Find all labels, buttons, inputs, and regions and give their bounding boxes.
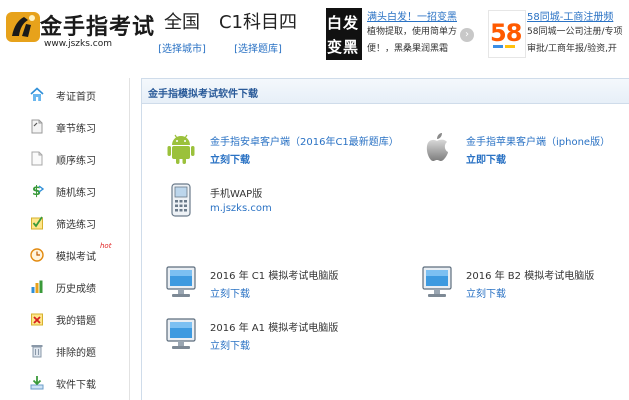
sidebar-item-label: 我的错题 [56, 316, 96, 327]
sidebar-item-my-wrong-questions[interactable]: 我的错题 [0, 304, 130, 334]
logo-url: www.jszks.com [44, 39, 113, 49]
ad-thumbnail-hair: 白发 变黑 [326, 8, 362, 60]
ad-next-arrow-icon[interactable]: › [460, 28, 474, 42]
download-c1-desktop: 2016 年 C1 模拟考试电脑版 立刻下载 [166, 265, 386, 305]
sidebar-item-label: 软件下载 [56, 380, 96, 391]
ad-banner-hair[interactable]: 白发 变黑 满头白发！一招变黑 植物提取，使用简单方便！，黑桑果润黑霜 › [326, 4, 476, 62]
current-city: 全国 [164, 12, 200, 33]
select-city-link[interactable]: [选择城市] [142, 40, 222, 55]
city-selector: 全国 [选择城市] [142, 12, 222, 55]
sidebar-item-label: 考证首页 [56, 92, 96, 103]
sidebar-item-chapter-practice[interactable]: 章节练习 [0, 112, 130, 142]
apple-icon [426, 133, 448, 161]
current-subject: C1科目四 [218, 12, 298, 33]
download-now-link[interactable]: 立刻下载 [210, 337, 250, 352]
ad-thumb-text-bottom: 变黑 [327, 36, 360, 57]
sequence-doc-icon [31, 151, 43, 166]
download-wap: 手机WAP版 m.jszks.com [166, 183, 366, 223]
subject-selector: C1科目四 [选择题库] [218, 12, 298, 55]
sidebar-item-label: 章节练习 [56, 124, 96, 135]
ad-description: 58同城一公司注册/专项审批/工商年报/验资,开 [527, 27, 623, 54]
desktop-monitor-icon [422, 266, 452, 297]
sidebar-item-label: 筛选练习 [56, 220, 96, 231]
ad-58-logo-accent-2 [505, 45, 515, 48]
wrong-x-icon [31, 313, 43, 326]
download-name[interactable]: 金手指安卓客户端（2016年C1最新题库） [210, 133, 399, 148]
android-icon [167, 134, 195, 164]
download-name[interactable]: 金手指苹果客户端（iphone版） [466, 133, 610, 148]
golden-finger-logo-icon [6, 12, 40, 42]
ad-title[interactable]: 58同城-工商注册频 [527, 8, 613, 23]
download-name: 2016 年 C1 模拟考试电脑版 [210, 271, 339, 282]
sidebar-item-mock-exam[interactable]: 模拟考试 hot [0, 240, 130, 270]
hot-badge: hot [100, 242, 112, 250]
ad-58-logo-text: 58 [490, 19, 522, 47]
download-panel: 金手指模拟考试软件下载 金手指安卓客户端（2016年C1最新题库） 立刻下载 金… [141, 78, 629, 400]
bar-chart-icon [31, 280, 43, 293]
download-now-link[interactable]: 立即下载 [466, 151, 506, 166]
chapter-doc-icon [31, 119, 43, 134]
sidebar-item-label: 排除的题 [56, 348, 96, 359]
sidebar-item-filter-practice[interactable]: 筛选练习 [0, 208, 130, 238]
ad-58-logo-accent [493, 45, 503, 48]
page-title: 金手指模拟考试软件下载 [148, 89, 258, 100]
download-iphone: 金手指苹果客户端（iphone版） 立即下载 [422, 131, 622, 171]
download-now-link[interactable]: 立刻下载 [210, 285, 250, 300]
download-arrow-icon [30, 376, 44, 390]
sidebar-item-home[interactable]: 考证首页 [0, 80, 130, 110]
download-name: 2016 年 A1 模拟考试电脑版 [210, 323, 339, 334]
download-name: 手机WAP版 [210, 189, 263, 200]
clock-icon [30, 248, 44, 262]
sidebar-item-random-practice[interactable]: $ 随机练习 [0, 176, 130, 206]
sidebar-item-software-download[interactable]: 软件下载 [0, 368, 130, 398]
sidebar-item-label: 顺序练习 [56, 156, 96, 167]
wap-url-link[interactable]: m.jszks.com [210, 203, 272, 214]
download-b2-desktop: 2016 年 B2 模拟考试电脑版 立刻下载 [422, 265, 622, 305]
download-now-link[interactable]: 立刻下载 [466, 285, 506, 300]
site-logo[interactable]: 金手指考试 www.jszks.com [4, 6, 154, 52]
download-now-link[interactable]: 立刻下载 [210, 151, 250, 166]
home-icon [30, 87, 44, 101]
download-android: 金手指安卓客户端（2016年C1最新题库） 立刻下载 [166, 131, 426, 171]
ad-thumb-text-top: 白发 [327, 14, 360, 32]
sidebar-item-excluded-questions[interactable]: 排除的题 [0, 336, 130, 366]
logo-text: 金手指考试 [40, 15, 156, 40]
trash-icon [31, 345, 43, 358]
random-dollar-icon: $ [32, 184, 44, 198]
download-a1-desktop: 2016 年 A1 模拟考试电脑版 立刻下载 [166, 317, 386, 357]
mobile-phone-icon [171, 183, 191, 217]
download-name: 2016 年 B2 模拟考试电脑版 [466, 271, 595, 282]
panel-header: 金手指模拟考试软件下载 [142, 79, 629, 104]
sidebar-nav: 考证首页 章节练习 顺序练习 $ 随机练习 筛选练习 模拟考试 hot 历史成绩… [0, 78, 130, 400]
site-header: 金手指考试 www.jszks.com 全国 [选择城市] C1科目四 [选择题… [0, 0, 629, 66]
ad-banner-58[interactable]: 58 58同城-工商注册频 58同城一公司注册/专项审批/工商年报/验资,开 [486, 4, 629, 62]
desktop-monitor-icon [166, 266, 196, 297]
sidebar-item-sequence-practice[interactable]: 顺序练习 [0, 144, 130, 174]
sidebar-item-history-scores[interactable]: 历史成绩 [0, 272, 130, 302]
sidebar-item-label: 随机练习 [56, 188, 96, 199]
desktop-monitor-icon [166, 318, 196, 349]
ad-description: 植物提取，使用简单方便！，黑桑果润黑霜 [367, 27, 458, 54]
filter-check-icon [31, 216, 43, 230]
ad-title[interactable]: 满头白发！一招变黑 [367, 8, 457, 23]
select-question-bank-link[interactable]: [选择题库] [218, 40, 298, 55]
sidebar-item-label: 模拟考试 [56, 252, 96, 263]
ad-thumbnail-58: 58 [488, 10, 526, 58]
sidebar-item-label: 历史成绩 [56, 284, 96, 295]
